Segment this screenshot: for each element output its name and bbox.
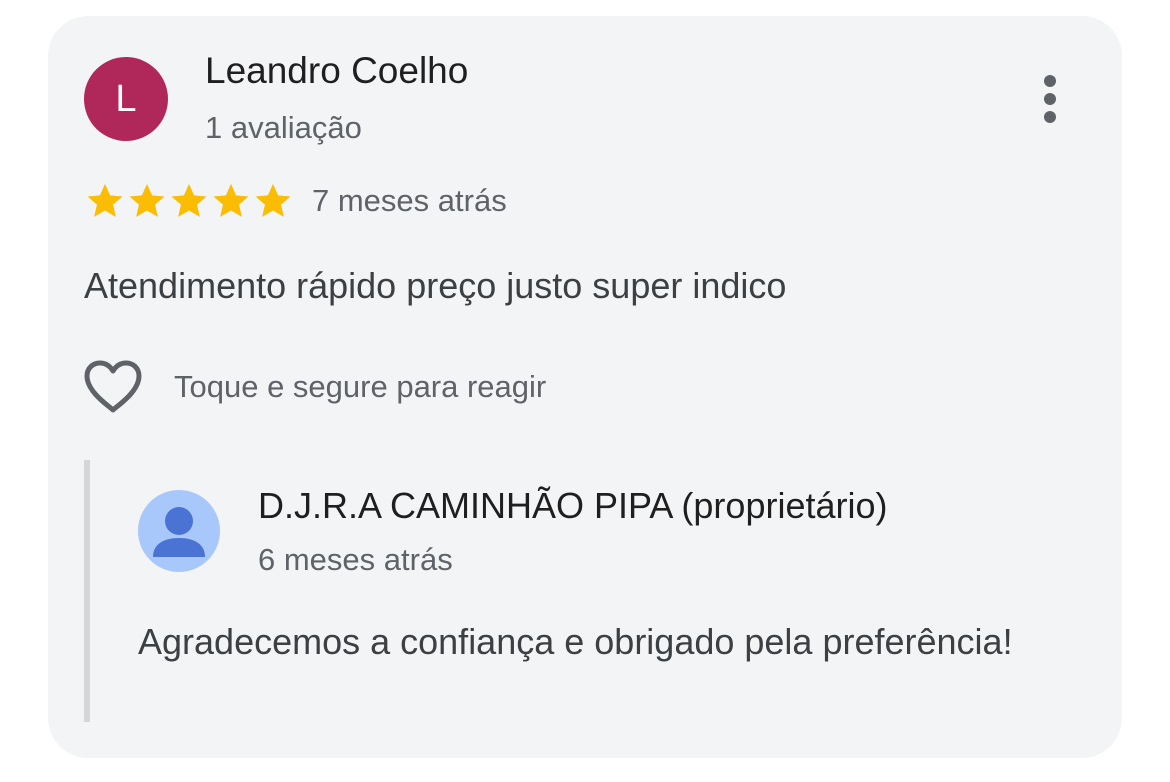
person-icon (153, 507, 205, 557)
heart-outline-icon (84, 360, 142, 413)
star-icon (87, 183, 123, 217)
star-icon (171, 183, 207, 217)
star-icon (129, 183, 165, 217)
star-icon (255, 183, 291, 217)
more-options-button[interactable] (1030, 70, 1070, 130)
more-vert-icon (1044, 75, 1056, 123)
reviewer-avatar[interactable]: L (84, 57, 168, 141)
react-button[interactable]: Toque e segure para reagir (82, 358, 546, 416)
star-icon (213, 183, 249, 217)
react-label: Toque e segure para reagir (174, 369, 547, 404)
reply-divider (84, 460, 90, 722)
avatar-letter: L (115, 77, 137, 120)
star-rating (84, 180, 294, 222)
review-text: Atendimento rápido preço justo super ind… (84, 265, 787, 306)
review-time: 7 meses atrás (312, 183, 507, 218)
reply-time: 6 meses atrás (258, 542, 453, 577)
review-count: 1 avaliação (205, 110, 362, 145)
owner-name[interactable]: D.J.R.A CAMINHÃO PIPA (proprietário) (258, 485, 888, 527)
reply-text: Agradecemos a confiança e obrigado pela … (138, 621, 1013, 662)
owner-avatar[interactable] (138, 490, 220, 572)
reviewer-name[interactable]: Leandro Coelho (205, 50, 468, 92)
